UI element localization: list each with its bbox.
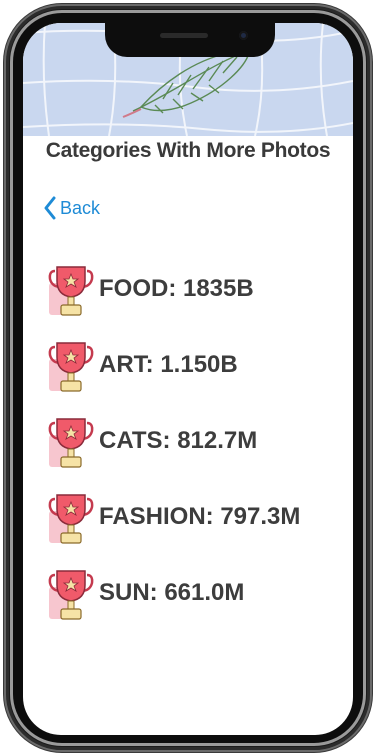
chevron-left-icon	[44, 196, 56, 220]
list-item-cats: CATS: 812.7M	[47, 415, 347, 491]
phone-notch	[105, 23, 275, 57]
category-label: FOOD: 1835B	[99, 275, 254, 302]
back-label: Back	[60, 197, 101, 218]
trophy-icon	[48, 418, 94, 468]
trophy-icon	[48, 342, 94, 392]
trophy-icon	[48, 266, 94, 316]
list-item-food: FOOD: 1835B	[47, 263, 347, 339]
trophy-icon	[48, 570, 94, 620]
trophy-icon	[48, 494, 94, 544]
camera-icon	[239, 31, 248, 40]
list-item-fashion: FASHION: 797.3M	[47, 491, 347, 567]
category-label: SUN: 661.0M	[99, 579, 245, 606]
category-label: CATS: 812.7M	[99, 427, 258, 454]
category-list: FOOD: 1835B ART: 1.150B CATS: 812.7M FAS…	[47, 263, 347, 643]
category-label: FASHION: 797.3M	[99, 503, 301, 530]
back-button[interactable]: Back	[43, 195, 100, 221]
device-stage: Categories With More Photos Back FOOD: 1…	[0, 0, 378, 755]
app-screen: Categories With More Photos Back FOOD: 1…	[23, 23, 353, 735]
list-item-sun: SUN: 661.0M	[47, 567, 347, 643]
list-item-art: ART: 1.150B	[47, 339, 347, 415]
page-title: Categories With More Photos	[45, 139, 331, 162]
speaker-grille	[160, 33, 208, 38]
category-label: ART: 1.150B	[99, 351, 238, 378]
